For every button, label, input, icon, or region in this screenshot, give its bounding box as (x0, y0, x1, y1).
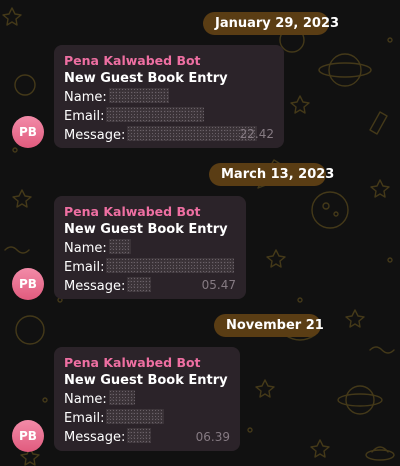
bot-avatar[interactable]: PB (12, 268, 44, 300)
bot-avatar[interactable]: PB (12, 420, 44, 452)
date-separator: January 29, 2023 (203, 12, 339, 35)
redacted-name (108, 390, 135, 405)
message-title: New Guest Book Entry (64, 373, 228, 388)
message-label: Message: (64, 430, 126, 445)
email-label: Email: (64, 260, 105, 275)
message-bubble[interactable]: Pena Kalwabed Bot New Guest Book Entry N… (54, 45, 284, 148)
email-line: Email: (64, 409, 230, 428)
email-label: Email: (64, 109, 105, 124)
email-label: Email: (64, 411, 105, 426)
sender-name[interactable]: Pena Kalwabed Bot (64, 52, 274, 70)
redacted-email (106, 107, 205, 122)
redacted-message (127, 428, 152, 443)
name-label: Name: (64, 241, 107, 256)
name-line: Name: (64, 239, 236, 258)
date-separator: November 21 (214, 314, 324, 337)
email-line: Email: (64, 258, 236, 277)
message-bubble[interactable]: Pena Kalwabed Bot New Guest Book Entry N… (54, 196, 246, 299)
message-title: New Guest Book Entry (64, 71, 228, 86)
bot-avatar[interactable]: PB (12, 116, 44, 148)
message-title: New Guest Book Entry (64, 222, 228, 237)
name-label: Name: (64, 90, 107, 105)
redacted-message (127, 277, 152, 292)
message-time: 22.42 (239, 127, 274, 141)
date-separator: March 13, 2023 (209, 163, 334, 186)
message-time: 05.47 (201, 278, 236, 292)
message-bubble[interactable]: Pena Kalwabed Bot New Guest Book Entry N… (54, 347, 240, 451)
message-label: Message: (64, 128, 126, 143)
name-label: Name: (64, 392, 107, 407)
redacted-email (106, 258, 235, 273)
redacted-name (108, 239, 131, 254)
redacted-name (108, 88, 169, 103)
sender-name[interactable]: Pena Kalwabed Bot (64, 203, 236, 221)
sender-name[interactable]: Pena Kalwabed Bot (64, 354, 230, 372)
name-line: Name: (64, 88, 274, 107)
email-line: Email: (64, 107, 274, 126)
name-line: Name: (64, 390, 230, 409)
message-time: 06.39 (195, 430, 230, 444)
message-label: Message: (64, 279, 126, 294)
redacted-email (106, 409, 165, 424)
redacted-message (127, 126, 258, 141)
